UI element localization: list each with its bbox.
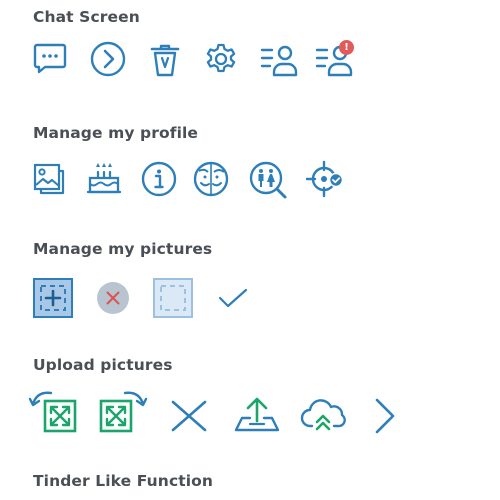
- trash-icon[interactable]: [148, 42, 182, 78]
- chevron-right-icon[interactable]: [374, 398, 396, 434]
- section-tinder-like: Tinder Like Function: [0, 472, 500, 500]
- rotate-right-icon[interactable]: [96, 388, 148, 436]
- picture-icon[interactable]: [33, 163, 65, 195]
- close-x-icon[interactable]: [171, 400, 207, 432]
- section-title: Manage my profile: [33, 124, 199, 142]
- section-title: Manage my pictures: [33, 240, 213, 258]
- rotate-left-icon[interactable]: [28, 388, 78, 436]
- birthday-cake-icon[interactable]: [86, 160, 122, 196]
- upload-tray-icon[interactable]: [234, 396, 280, 432]
- couple-faces-icon[interactable]: [193, 161, 229, 197]
- gear-icon[interactable]: [204, 42, 238, 76]
- add-photo-icon[interactable]: [33, 278, 73, 318]
- section-title: Upload pictures: [33, 356, 173, 374]
- section-title: Chat Screen: [33, 8, 140, 26]
- search-gender-icon[interactable]: [249, 161, 287, 199]
- checkmark-icon[interactable]: [218, 288, 248, 310]
- section-manage-profile: Manage my profile: [0, 124, 500, 204]
- section-chat-screen: Chat Screen !: [0, 8, 500, 88]
- cloud-upload-icon[interactable]: [300, 398, 346, 432]
- user-list-icon[interactable]: [260, 42, 298, 78]
- chat-bubble-icon[interactable]: [33, 41, 67, 75]
- section-upload-pictures: Upload pictures: [0, 356, 500, 436]
- arrow-right-circle-icon[interactable]: [90, 41, 126, 77]
- section-manage-pictures: Manage my pictures: [0, 240, 500, 320]
- info-icon[interactable]: [141, 161, 177, 197]
- alert-badge: !: [339, 40, 354, 55]
- remove-circle-icon[interactable]: [96, 281, 130, 315]
- empty-photo-slot-icon[interactable]: [153, 278, 193, 318]
- location-target-icon[interactable]: [305, 160, 347, 198]
- section-title: Tinder Like Function: [33, 472, 214, 490]
